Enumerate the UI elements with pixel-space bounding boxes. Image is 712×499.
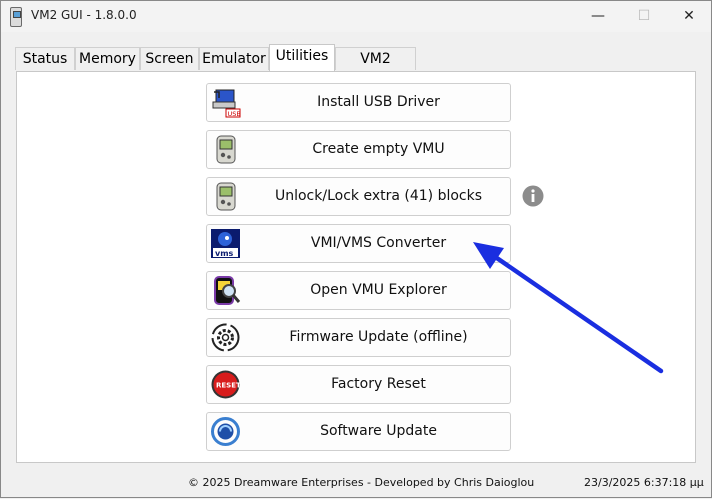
- app-window: VM2 GUI - 1.8.0.0 — ☐ ✕ Status Memory Sc…: [0, 0, 712, 498]
- copyright-text: © 2025 Dreamware Enterprises - Developed…: [188, 476, 535, 489]
- annotation-arrow: [473, 242, 664, 374]
- datetime-text: 23/3/2025 6:37:18 μμ: [584, 476, 704, 489]
- tab-utilities[interactable]: Utilities: [269, 44, 335, 71]
